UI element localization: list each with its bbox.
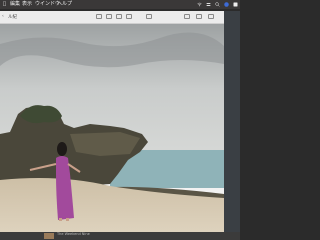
photo-viewer-window: ‹ ル紀	[0, 11, 224, 240]
window-title: ル紀	[8, 15, 17, 20]
beach-photo	[0, 24, 224, 240]
edit-icon[interactable]	[146, 14, 152, 19]
more-icon[interactable]	[196, 14, 202, 19]
apple-menu-icon[interactable]: 	[3, 0, 6, 9]
menu-edit[interactable]: 編集	[10, 0, 20, 9]
background-window-strip[interactable]	[224, 11, 240, 232]
wifi-icon[interactable]	[197, 2, 202, 7]
toolbar: ‹ ル紀	[0, 11, 224, 24]
favorite-icon[interactable]	[116, 14, 122, 19]
menu-help[interactable]: ヘルプ	[57, 0, 72, 9]
clock-icon[interactable]	[233, 2, 238, 7]
thumbnail[interactable]	[44, 233, 54, 239]
rotate-icon[interactable]	[126, 14, 132, 19]
delete-icon[interactable]	[208, 14, 214, 19]
info-icon[interactable]	[96, 14, 102, 19]
menu-bar:  編集 表示 ウインドウ ヘルプ	[0, 0, 240, 9]
bottom-bar	[0, 232, 240, 240]
rock-highlight	[70, 132, 140, 156]
zoom-icon[interactable]	[184, 14, 190, 19]
back-button[interactable]: ‹	[2, 14, 4, 19]
control-center-icon[interactable]	[206, 2, 211, 7]
bottom-bar-text: The Weekend Nine	[57, 232, 90, 236]
share-icon[interactable]	[106, 14, 112, 19]
user-icon[interactable]	[224, 2, 229, 7]
status-icons	[197, 1, 238, 8]
menu-view[interactable]: 表示	[22, 0, 32, 9]
search-icon[interactable]	[215, 2, 220, 7]
